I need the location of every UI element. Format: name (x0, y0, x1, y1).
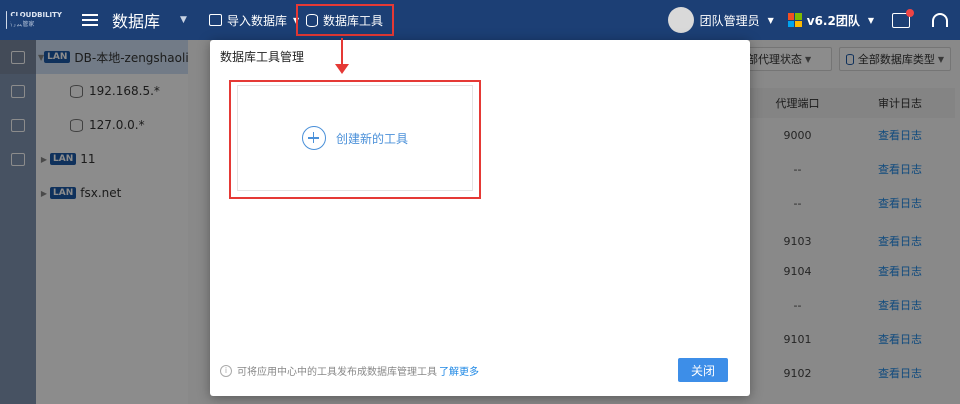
learn-more-link[interactable]: 了解更多 (439, 363, 479, 378)
page-title: 数据库 (112, 12, 161, 31)
notification-dot (906, 8, 914, 17)
footer-text: 可将应用中心中的工具发布成数据库管理工具 (237, 367, 437, 378)
import-database-label: 导入数据库 (226, 13, 287, 28)
user-name[interactable]: 团队管理员 (700, 12, 760, 29)
windows-icon (787, 13, 802, 27)
user-menu-chevron-icon[interactable]: ▼ (768, 16, 774, 25)
annotation-arrow (341, 38, 343, 66)
import-icon (208, 14, 222, 26)
database-tool-label: 数据库工具 (323, 13, 384, 28)
menu-icon[interactable] (82, 14, 98, 26)
info-icon: i (220, 364, 232, 377)
annotation-highlight-box (229, 80, 481, 199)
version-chevron-icon[interactable]: ▼ (868, 16, 874, 25)
avatar[interactable] (667, 7, 694, 33)
dialog-footer-info: i 可将应用中心中的工具发布成数据库管理工具 了解更多 (220, 363, 479, 378)
brand-logo: CLOUDBILITY 行云管家 (0, 0, 62, 40)
version-label[interactable]: v6.2团队 (807, 12, 860, 29)
headset-icon[interactable] (932, 13, 948, 27)
close-button[interactable]: 关闭 (678, 358, 728, 382)
import-database-button[interactable]: 导入数据库 ▼ (201, 6, 307, 34)
dialog-title: 数据库工具管理 (220, 50, 305, 64)
message-icon[interactable] (892, 8, 914, 28)
page-switch-chevron-icon[interactable]: ▼ (180, 15, 187, 25)
annotation-arrow-head (335, 64, 349, 74)
db-tool-icon (306, 13, 318, 27)
logo-mark-icon (6, 11, 29, 29)
database-tool-button[interactable]: 数据库工具 (296, 4, 394, 36)
